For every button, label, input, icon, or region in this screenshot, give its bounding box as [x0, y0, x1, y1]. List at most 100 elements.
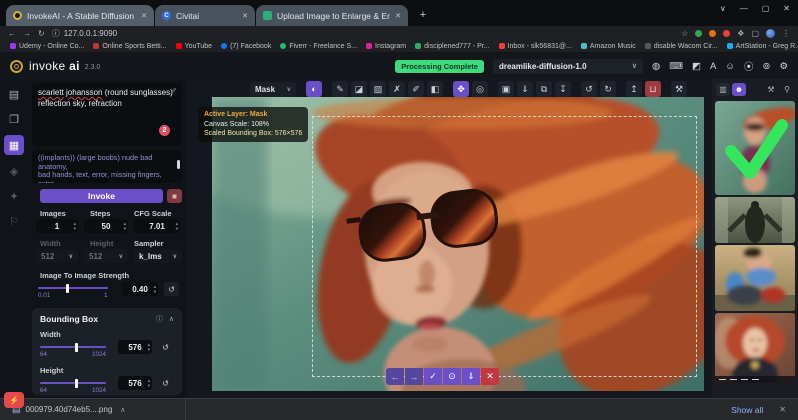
scrollbar[interactable] [177, 160, 180, 169]
translate-icon[interactable]: A [710, 61, 716, 72]
gallery-thumbnail-selected[interactable] [715, 101, 795, 195]
reload-icon[interactable]: ↻ [38, 29, 45, 38]
collapse-icon[interactable]: ∧ [169, 315, 174, 323]
images-input[interactable]: 1 ▴▾ [36, 219, 78, 233]
address-bar[interactable]: ⓘ 127.0.0.1:9090 [52, 28, 117, 39]
eraser-tool-button[interactable]: ◪ [351, 81, 367, 97]
site-info-icon[interactable]: ⓘ [52, 28, 60, 39]
mask-options-button[interactable]: ◐ [306, 81, 322, 97]
bookmark-item[interactable]: Instagram [366, 43, 406, 50]
stepper-icons[interactable]: ▴▾ [124, 221, 126, 231]
bookmark-item[interactable]: Udemy - Online Co... [10, 43, 84, 50]
save-to-gallery-button[interactable]: ⇓ [517, 81, 533, 97]
forward-icon[interactable]: → [23, 29, 31, 38]
show-all-link[interactable]: Show all [731, 405, 763, 415]
undo-button[interactable]: ↺ [581, 81, 597, 97]
bookmark-star-icon[interactable]: ☆ [681, 29, 688, 38]
stepper-icons[interactable]: ▴▾ [154, 284, 156, 294]
stepper-icons[interactable]: ▴▾ [176, 221, 178, 231]
prompt-input[interactable]: ✐ scarlett johansson (round sunglasses) … [32, 83, 182, 146]
extension-icon[interactable] [709, 30, 716, 37]
tab-image-to-image[interactable]: ❐ [5, 110, 23, 128]
height-select[interactable]: 512∨ [84, 249, 128, 263]
bookmark-item[interactable]: YouTube [176, 43, 213, 50]
extension-icon[interactable] [695, 30, 702, 37]
bookmark-item[interactable]: disciplened777 - Pr... [415, 43, 489, 50]
bookmark-item[interactable]: Online Sports Betti... [93, 43, 166, 50]
window-minimize-icon[interactable]: — [740, 4, 748, 13]
move-tool-button[interactable]: ✥ [453, 81, 469, 97]
gallery-results-tab[interactable]: ▥ [716, 83, 730, 96]
keyboard-icon[interactable]: ⌨ [669, 61, 683, 72]
bbox-height-reset-button[interactable]: ↺ [158, 376, 173, 390]
tab-text-to-image[interactable]: ▤ [5, 85, 23, 103]
slider-handle[interactable] [75, 343, 78, 352]
tab-post-processing[interactable]: ✦ [5, 187, 23, 205]
toggle-preview-button[interactable]: ⊙ [443, 368, 461, 385]
browser-tab-civitai[interactable]: C Civitai ✕ [155, 5, 255, 26]
canvas-settings-button[interactable]: ⚒ [671, 81, 687, 97]
slider-handle[interactable] [66, 284, 69, 293]
gallery-thumbnail[interactable] [715, 313, 795, 383]
reset-view-button[interactable]: ◎ [472, 81, 488, 97]
discord-icon[interactable]: ⊚ [763, 61, 771, 72]
bookmark-item[interactable]: Inbox - slk56831@... [499, 43, 572, 50]
merge-visible-button[interactable]: ▣ [498, 81, 514, 97]
steps-input[interactable]: 50 ▴▾ [84, 219, 128, 233]
stepper-icons[interactable]: ▴▾ [148, 378, 150, 388]
stepper-icons[interactable]: ▴▾ [74, 221, 76, 231]
profile-avatar[interactable] [766, 29, 775, 38]
redo-button[interactable]: ↻ [600, 81, 616, 97]
window-maximize-icon[interactable]: ▢ [762, 4, 770, 13]
tab-unified-canvas[interactable]: ▦ [4, 135, 24, 155]
upload-image-button[interactable]: ↥ [626, 81, 642, 97]
github-icon[interactable]: ⦿ [744, 59, 754, 73]
download-filename[interactable]: 000979.40d74eb5....png [26, 405, 113, 414]
slider-handle[interactable] [75, 379, 78, 388]
fill-bounding-box-button[interactable]: ▨ [370, 81, 386, 97]
bbox-height-slider[interactable] [40, 382, 106, 384]
brush-tool-button[interactable]: ✎ [332, 81, 348, 97]
model-select[interactable]: dreamlike-diffusion-1.0 ∨ [493, 59, 643, 74]
copy-to-clipboard-button[interactable]: ⧉ [536, 81, 552, 97]
bookmark-item[interactable]: disable Wacom Cir... [645, 43, 718, 50]
cfg-input[interactable]: 7.01 ▴▾ [134, 219, 180, 233]
clear-canvas-button[interactable]: ⊔ [645, 81, 661, 97]
next-image-button[interactable]: → [405, 368, 423, 385]
prompt-pin-icon[interactable]: ✐ [171, 86, 177, 97]
close-downloads-icon[interactable]: ✕ [779, 405, 786, 414]
previous-image-button[interactable]: ← [386, 368, 404, 385]
new-tab-button[interactable]: + [415, 7, 431, 23]
bounding-box-overlay[interactable] [312, 116, 697, 377]
floating-action-button[interactable]: ⚡ [4, 392, 24, 408]
huggingface-icon[interactable]: ☺ [725, 61, 735, 72]
sampler-select[interactable]: k_lms∨ [134, 249, 182, 263]
tab-training[interactable]: ⚐ [5, 212, 23, 230]
bbox-width-input[interactable]: 576 ▴▾ [118, 340, 152, 354]
browser-tab-upscale[interactable]: Upload Image to Enlarge & Enh... ✕ [256, 5, 408, 26]
brush-options-button[interactable]: ◧ [427, 81, 443, 97]
gallery-settings-icon[interactable]: ⚒ [764, 83, 778, 96]
save-staging-button[interactable]: ⇓ [462, 368, 480, 385]
discard-staging-button[interactable]: ✕ [481, 368, 499, 385]
bookmark-item[interactable]: Amazon Music [581, 43, 636, 50]
browser-tab-invokeai[interactable]: InvokeAI - A Stable Diffusion To... ✕ [6, 5, 154, 26]
strength-slider[interactable] [38, 287, 108, 289]
browser-menu-icon[interactable]: ⋮ [782, 29, 790, 38]
color-picker-button[interactable]: ✐ [408, 81, 424, 97]
gallery-pin-icon[interactable]: ⚲ [780, 83, 794, 96]
tab-close-icon[interactable]: ✕ [141, 12, 147, 20]
window-menu-icon[interactable]: ∨ [720, 4, 726, 13]
bbox-width-slider[interactable] [40, 346, 106, 348]
stepper-icons[interactable]: ▴▾ [148, 342, 150, 352]
invoke-button[interactable]: Invoke [40, 189, 163, 203]
extensions-puzzle-icon[interactable]: ❖ [737, 29, 744, 38]
negative-prompt-input[interactable]: ((implants)) (large boobs) nude bad anat… [32, 150, 182, 183]
back-icon[interactable]: ← [8, 29, 16, 38]
cancel-button[interactable]: ◼ [167, 189, 182, 203]
settings-icon[interactable]: ⚙ [779, 61, 788, 72]
strength-input[interactable]: 0.40 ▴▾ [122, 282, 158, 296]
window-close-icon[interactable]: ✕ [783, 4, 790, 13]
bbox-width-reset-button[interactable]: ↺ [158, 340, 173, 354]
gallery-user-tab[interactable]: ☻ [732, 83, 746, 96]
